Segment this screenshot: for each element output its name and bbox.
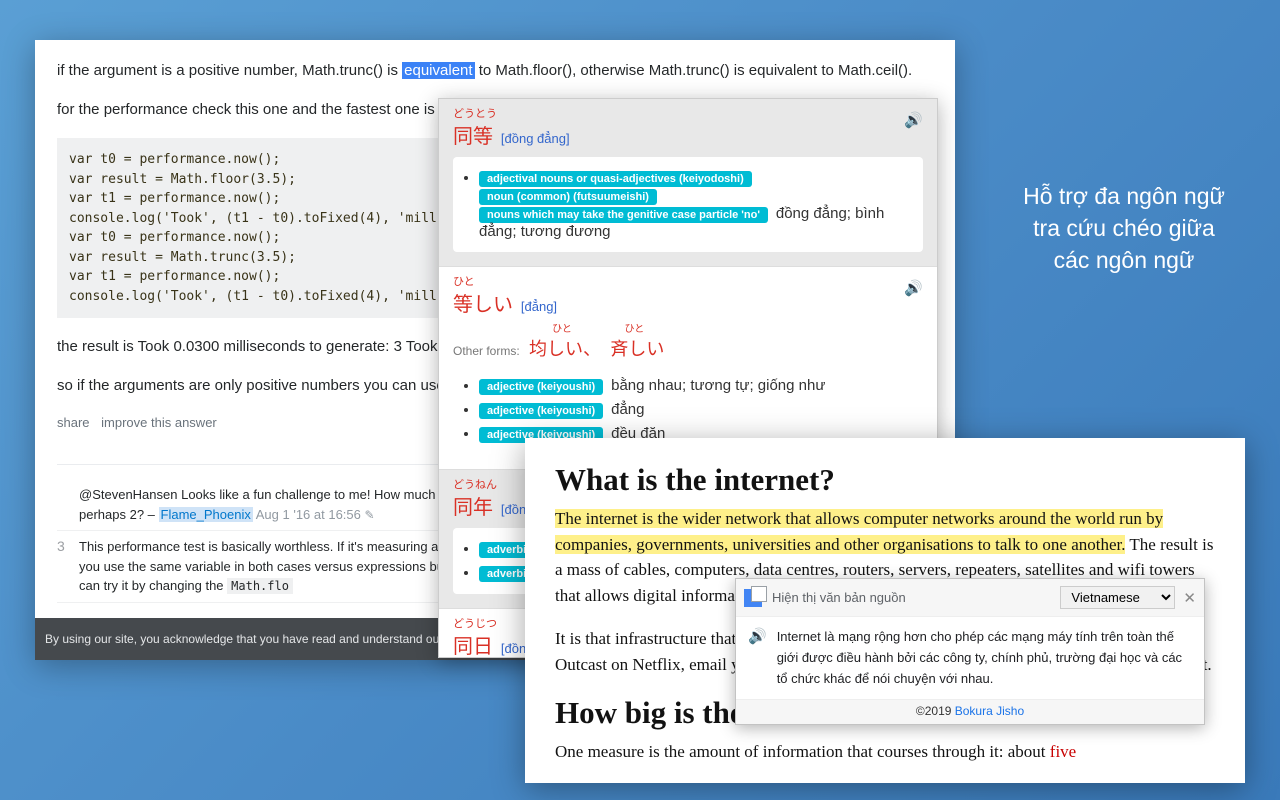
sense: adjectival nouns or quasi-adjectives (ke…	[479, 169, 917, 240]
inline-code: Math.flo	[227, 578, 293, 594]
furigana: どうとう	[453, 109, 923, 120]
senses-list: adjectival nouns or quasi-adjectives (ke…	[453, 157, 923, 252]
brand-link[interactable]: Bokura Jisho	[955, 704, 1024, 718]
kanji: 同日	[453, 636, 493, 658]
gloss: đẳng	[611, 401, 644, 418]
promo-line: các ngôn ngữ	[999, 244, 1249, 276]
sense: adjective (keiyoushi) đẳng	[479, 401, 917, 419]
furigana: ひと	[453, 277, 923, 288]
google-translate-icon	[744, 589, 762, 607]
text: One measure is the amount of information…	[555, 742, 1050, 761]
edit-icon: ✎	[365, 508, 375, 522]
text: to Math.floor(), otherwise Math.trunc() …	[475, 62, 913, 79]
pos-tag: adjective (keiyoushi)	[479, 379, 603, 395]
highlighted-selection[interactable]: The internet is the wider network that a…	[555, 509, 1163, 554]
pos-tag: noun (common) (futsuumeishi)	[479, 189, 657, 205]
promo-line: tra cứu chéo giữa	[999, 212, 1249, 244]
kanji: 等しい	[453, 294, 513, 316]
translator-footer: ©2019 Bokura Jisho	[736, 699, 1204, 724]
kanji: 斉しい	[610, 339, 664, 359]
speaker-icon[interactable]: 🔊	[904, 111, 923, 129]
comment-score: 3	[57, 537, 79, 596]
reading-link[interactable]: [đồng đẳng]	[501, 131, 570, 146]
pos-tag: nouns which may take the genitive case p…	[479, 207, 768, 223]
headword: ひと 等しい [đẳng]	[453, 277, 923, 317]
speaker-icon[interactable]: 🔊	[904, 279, 923, 297]
comment-author-link[interactable]: Flame_Phoenix	[159, 507, 253, 522]
headword: どうとう 同等 [đồng đẳng]	[453, 109, 923, 149]
article-paragraph: One measure is the amount of information…	[555, 739, 1215, 765]
speaker-icon[interactable]: 🔊	[748, 627, 767, 689]
comment-score	[57, 485, 79, 524]
pos-tag: adjective (keiyoushi)	[479, 403, 603, 419]
kanji: 均しい、	[529, 339, 601, 359]
article-link[interactable]: five	[1050, 742, 1076, 761]
improve-answer-link[interactable]: improve this answer	[101, 415, 217, 430]
label: Other forms:	[453, 344, 520, 358]
translation-text: Internet là mạng rộng hơn cho phép các m…	[777, 627, 1192, 689]
copyright: ©2019	[916, 704, 955, 718]
gloss: bằng nhau; tương tự; giống như	[611, 377, 825, 394]
selected-word[interactable]: equivalent	[402, 62, 474, 79]
text: if the argument is a positive number, Ma…	[57, 62, 402, 79]
other-forms: Other forms: ひと 均しい、 ひと 斉しい	[453, 325, 923, 361]
promo-line: Hỗ trợ đa ngôn ngữ	[999, 180, 1249, 212]
show-source-toggle[interactable]: Hiện thị văn bản nguồn	[772, 590, 1060, 605]
kanji: 同年	[453, 497, 493, 519]
translator-popup: Hiện thị văn bản nguồn Vietnamese ✕ 🔊 In…	[735, 578, 1205, 725]
furigana: ひと	[523, 325, 601, 335]
translator-body: 🔊 Internet là mạng rộng hơn cho phép các…	[736, 617, 1204, 699]
translator-header: Hiện thị văn bản nguồn Vietnamese ✕	[736, 579, 1204, 617]
answer-paragraph: if the argument is a positive number, Ma…	[57, 60, 933, 81]
pos-tag: adjectival nouns or quasi-adjectives (ke…	[479, 171, 752, 187]
kanji: 同等	[453, 126, 493, 148]
furigana: ひと	[604, 325, 664, 335]
promo-text: Hỗ trợ đa ngôn ngữ tra cứu chéo giữa các…	[999, 180, 1249, 277]
share-link[interactable]: share	[57, 415, 90, 430]
sense: adjective (keiyoushi) bằng nhau; tương t…	[479, 377, 917, 395]
language-select[interactable]: Vietnamese	[1060, 586, 1175, 609]
article-heading: What is the internet?	[555, 462, 1215, 498]
comment-timestamp: Aug 1 '16 at 16:56	[256, 507, 361, 522]
reading-link[interactable]: [đẳng]	[521, 299, 557, 314]
close-icon[interactable]: ✕	[1183, 589, 1196, 607]
dict-entry: 🔊 どうとう 同等 [đồng đẳng] adjectival nouns o…	[439, 99, 937, 267]
